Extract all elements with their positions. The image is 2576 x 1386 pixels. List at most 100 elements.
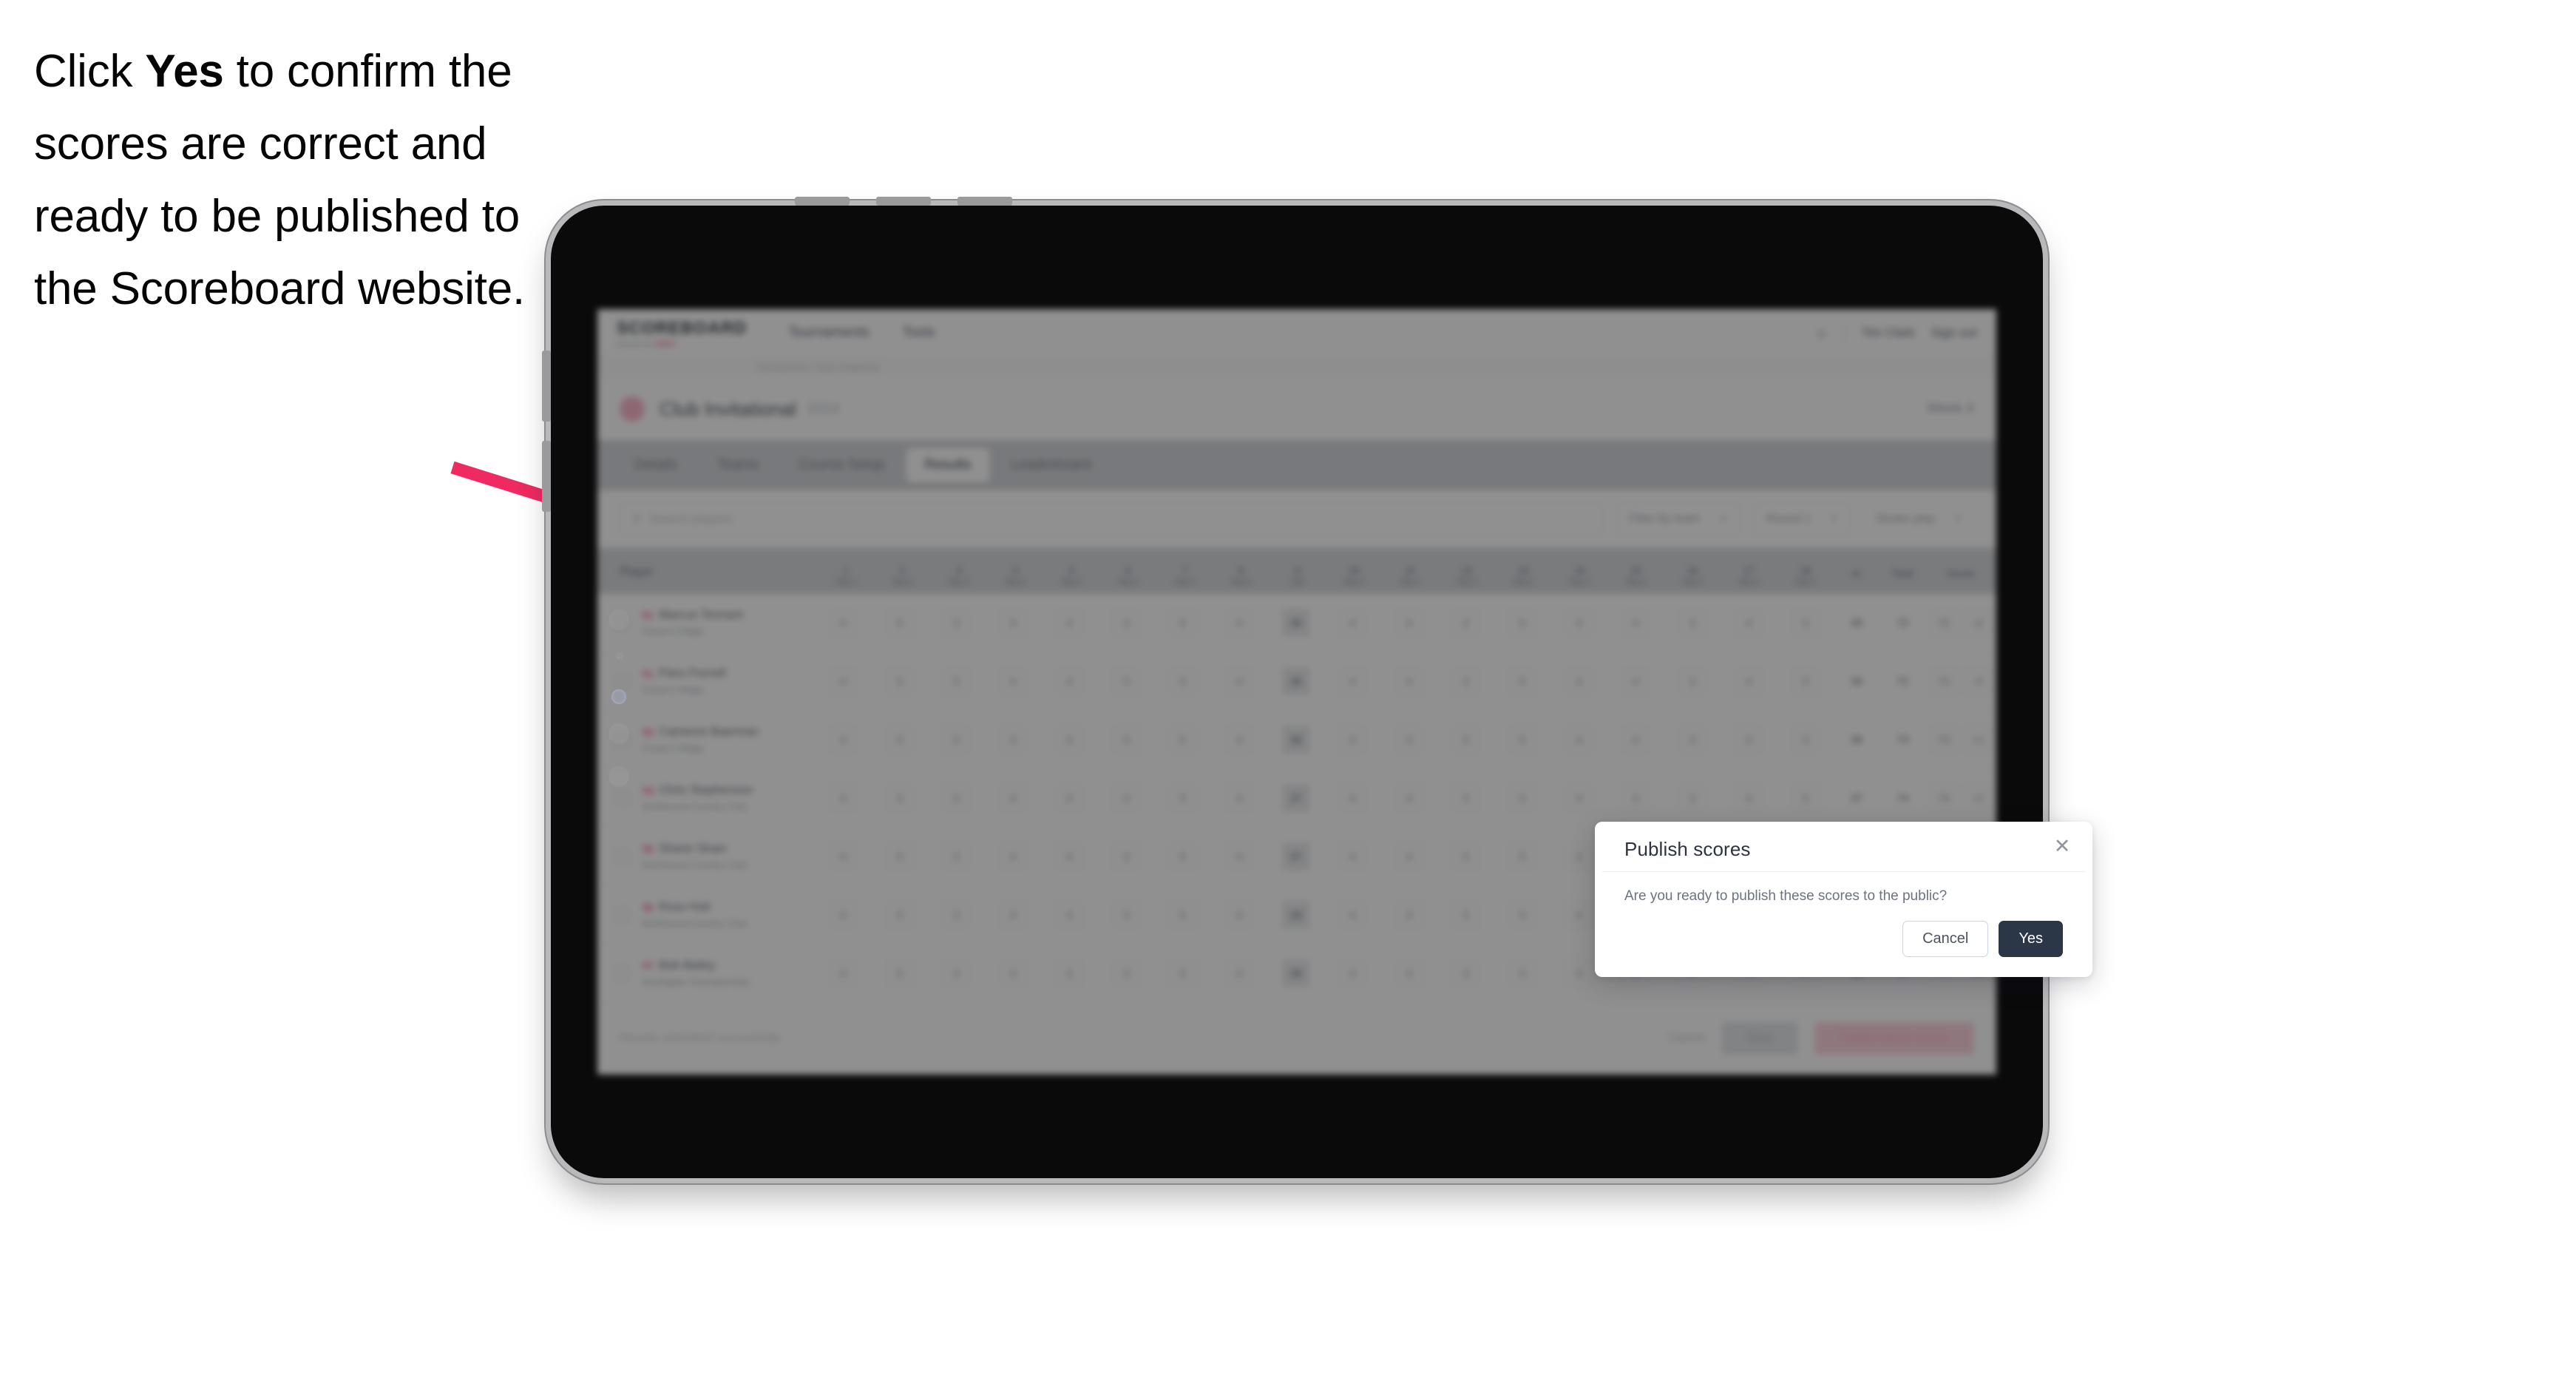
score-input[interactable]: 5 [1791,609,1820,637]
score-input[interactable]: 4 [1338,842,1367,871]
score-cell[interactable]: 5 [872,667,929,695]
score-input[interactable]: 5 [1168,667,1197,695]
score-input[interactable]: 4 [1621,726,1650,754]
score-input[interactable]: 4 [1394,842,1423,871]
score-input[interactable]: 3 [942,609,971,637]
score-cell[interactable]: 3 [1098,901,1155,929]
score-input[interactable]: 5 [1168,901,1197,929]
score-input[interactable]: 3 [1451,784,1480,812]
score-cell[interactable]: 4 [1607,726,1664,754]
score-input[interactable]: 3 [1112,609,1141,637]
publish-scores-button[interactable]: Publish these scores [1814,1022,1974,1055]
score-input[interactable]: 4 [1735,784,1763,812]
row-checkbox[interactable] [609,615,634,631]
score-input[interactable]: 5 [885,784,914,812]
score-cell[interactable]: 4 [1211,667,1268,695]
search-input[interactable]: ⚲ Search players [620,502,1603,536]
score-input[interactable]: 5 [885,667,914,695]
table-row[interactable]: T1 Marcus Tennant Fraser's Ridge 4 5 3 4 4 3 5 4 36… [597,594,1996,652]
score-cell[interactable]: 4 [1381,726,1438,754]
score-cell[interactable]: 4 [1550,667,1607,695]
score-cell[interactable]: 4 [815,784,872,812]
score-cell[interactable]: 4 [1211,842,1268,871]
score-input[interactable]: 37 [1281,842,1310,871]
score-input[interactable]: 3 [942,784,971,812]
score-input[interactable]: 4 [998,609,1027,637]
score-cell[interactable]: 37 [1268,842,1325,871]
app-logo[interactable]: SCOREBOARD powered by GOLF [617,318,747,348]
score-cell[interactable]: 4 [1041,842,1098,871]
score-input[interactable]: 3 [1678,609,1706,637]
close-icon[interactable]: ✕ [2051,835,2073,857]
score-cell[interactable]: 4 [1721,609,1777,637]
score-input[interactable]: 4 [998,959,1027,987]
score-input[interactable]: 3 [1112,901,1141,929]
footer-cancel-link[interactable]: Cancel [1668,1032,1705,1045]
nav-link-tools[interactable]: Tools [902,325,935,341]
score-cell[interactable]: 3 [1664,784,1721,812]
score-cell[interactable]: 5 [872,842,929,871]
score-input[interactable]: 4 [1394,901,1423,929]
score-input[interactable]: 5 [1791,726,1820,754]
score-cell[interactable]: 4 [1324,609,1381,637]
score-cell[interactable]: 4 [1324,784,1381,812]
score-cell[interactable]: 4 [1607,784,1664,812]
score-cell[interactable]: 5 [1154,726,1211,754]
score-cell[interactable]: 3 [928,726,985,754]
score-cell[interactable]: 5 [1494,959,1551,987]
score-cell[interactable]: 3 [928,667,985,695]
score-input[interactable]: 4 [1055,842,1084,871]
score-cell[interactable]: 5 [1494,842,1551,871]
score-input[interactable]: 3 [942,901,971,929]
save-button[interactable]: Save [1721,1022,1799,1055]
score-cell[interactable]: 5 [1494,901,1551,929]
score-cell[interactable]: 4 [815,901,872,929]
score-input[interactable]: 4 [1394,609,1423,637]
score-cell[interactable]: 4 [1324,959,1381,987]
score-cell[interactable]: 4 [1211,959,1268,987]
score-cell[interactable]: 5 [1777,784,1834,812]
score-cell[interactable]: 4 [1721,784,1777,812]
score-input[interactable]: 5 [1791,784,1820,812]
score-input[interactable]: 4 [1621,784,1650,812]
score-cell[interactable]: 38 [1268,901,1325,929]
score-input[interactable]: 4 [1394,726,1423,754]
score-cell[interactable]: 4 [1607,609,1664,637]
score-input[interactable]: 3 [1451,667,1480,695]
score-cell[interactable]: 4 [1211,784,1268,812]
nav-link-tournaments[interactable]: Tournaments [788,325,870,341]
score-input[interactable]: 4 [1225,726,1254,754]
filter-format-dropdown[interactable]: Stroke play ▼ [1864,503,1974,535]
score-cell[interactable]: 4 [1324,726,1381,754]
score-cell[interactable]: 4 [1211,726,1268,754]
score-cell[interactable]: 5 [1777,609,1834,637]
score-cell[interactable]: 4 [985,667,1042,695]
tab-teams[interactable]: Teams [699,448,776,482]
score-input[interactable]: 3 [1451,842,1480,871]
score-cell[interactable]: 4 [1211,609,1268,637]
score-input[interactable]: 5 [1168,959,1197,987]
score-input[interactable]: 3 [1112,842,1141,871]
score-input[interactable]: 5 [1508,901,1537,929]
score-input[interactable]: 4 [1055,959,1084,987]
score-cell[interactable]: 5 [1154,667,1211,695]
score-cell[interactable]: 3 [928,609,985,637]
score-input[interactable]: 3 [1112,726,1141,754]
tab-leaderboard[interactable]: Leaderboard [994,448,1109,482]
score-cell[interactable]: 3 [1437,901,1494,929]
score-input[interactable]: 37 [1281,784,1310,812]
score-input[interactable]: 36 [1281,667,1310,695]
row-checkbox[interactable] [609,731,634,748]
score-input[interactable]: 5 [1508,842,1537,871]
score-input[interactable]: 4 [1055,901,1084,929]
score-input[interactable]: 5 [885,609,914,637]
score-input[interactable]: 4 [1394,784,1423,812]
score-input[interactable]: 3 [1451,959,1480,987]
row-checkbox[interactable] [609,907,634,923]
score-input[interactable]: 3 [942,842,971,871]
score-input[interactable]: 4 [1394,959,1423,987]
score-input[interactable]: 5 [885,901,914,929]
bell-icon[interactable]: ☼ [1814,325,1828,342]
score-input[interactable]: 38 [1281,901,1310,929]
score-cell[interactable]: 4 [815,842,872,871]
